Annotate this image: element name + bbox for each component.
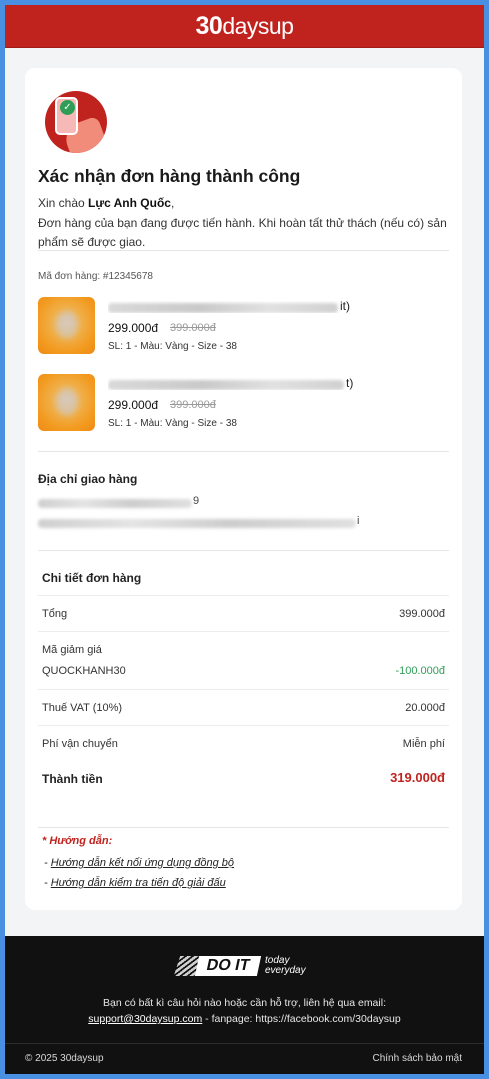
product-name[interactable]: t) (108, 378, 356, 390)
footer-divider (5, 1043, 484, 1044)
shipping-fee-value: Miễn phí (402, 738, 445, 750)
product-name[interactable]: it) (108, 301, 356, 313)
guide-link-sync-text[interactable]: Hướng dẫn kết nối ứng dụng đồng bộ (51, 857, 234, 869)
product-thumbnail[interactable] (38, 374, 95, 431)
customer-name: Lực Anh Quốc (88, 196, 171, 210)
support-email-link[interactable]: support@30daysup.com (88, 1013, 202, 1025)
order-card: ✓ Xác nhận đơn hàng thành công Xin chào … (25, 68, 462, 910)
greeting-suffix: , (170, 196, 175, 210)
divider (38, 827, 449, 828)
contact-line: support@30daysup.com - fanpage: https://… (5, 1013, 484, 1025)
vat-row: Thuế VAT (10%) 20.000đ (38, 689, 449, 725)
shipping-address-redacted (38, 519, 356, 528)
discount-value: -100.000đ (395, 665, 445, 677)
check-icon: ✓ (60, 100, 75, 115)
fanpage-text: - fanpage: https://facebook.com/30daysup (202, 1013, 401, 1025)
product-item: it) 299.000đ 399.000đ SL: 1 - Màu: Vàng … (38, 297, 452, 359)
footer: DO IT today everyday Bạn có bất kì câu h… (5, 936, 484, 1074)
order-code: Mã đơn hàng: #12345678 (38, 271, 153, 282)
brand-logo-text: daysup (222, 12, 294, 39)
discount-row: Mã giảm giá QUOCKHANH30 -100.000đ (38, 631, 449, 689)
product-old-price: 399.000đ (170, 322, 216, 334)
total-label: Thành tiền (42, 772, 103, 786)
copyright: © 2025 30daysup (25, 1053, 104, 1064)
product-name-redacted (108, 380, 344, 390)
subtotal-label: Tổng (42, 608, 68, 620)
logo-tag-everyday: everyday (265, 965, 306, 976)
vat-value: 20.000đ (405, 702, 445, 714)
order-details: Chi tiết đơn hàng Tổng 399.000đ Mã giảm … (38, 558, 449, 790)
subtotal-value: 399.000đ (399, 608, 445, 620)
product-name-tail: it) (340, 301, 350, 313)
product-price: 299.000đ (108, 398, 159, 412)
product-meta: SL: 1 - Màu: Vàng - Size - 38 (108, 418, 237, 429)
product-thumbnail[interactable] (38, 297, 95, 354)
total-value: 319.000đ (390, 770, 445, 785)
order-message: Đơn hàng của bạn đang được tiến hành. Kh… (38, 216, 447, 249)
guide-link-sync[interactable]: - Hướng dẫn kết nối ứng dụng đồng bộ (44, 857, 234, 869)
product-meta: SL: 1 - Màu: Vàng - Size - 38 (108, 341, 237, 352)
discount-code: QUOCKHANH30 (42, 665, 126, 677)
shipping-address-tail: i (357, 515, 360, 527)
header-bar: 30daysup (5, 5, 484, 48)
product-name-redacted (108, 303, 338, 313)
product-price: 299.000đ (108, 321, 159, 335)
brand-logo[interactable]: 30daysup (196, 12, 294, 41)
subtotal-row: Tổng 399.000đ (38, 595, 449, 631)
privacy-policy-link[interactable]: Chính sách bảo mật (373, 1053, 463, 1064)
product-old-price: 399.000đ (170, 399, 216, 411)
greeting: Xin chào Lực Anh Quốc, (38, 196, 174, 210)
greeting-prefix: Xin chào (38, 196, 89, 210)
shipping-phone-tail: 9 (193, 495, 200, 507)
divider (38, 451, 449, 452)
shipping-title: Địa chỉ giao hàng (38, 472, 138, 486)
page-title: Xác nhận đơn hàng thành công (38, 166, 301, 186)
shipping-fee-row: Phí vận chuyển Miễn phí (38, 725, 449, 761)
email-frame: 30daysup ✓ Xác nhận đơn hàng thành công … (5, 5, 484, 1074)
product-item: t) 299.000đ 399.000đ SL: 1 - Màu: Vàng -… (38, 374, 452, 436)
doit-logo: DO IT today everyday (173, 956, 313, 978)
brand-logo-number: 30 (195, 11, 223, 40)
divider (38, 250, 449, 251)
total-row: Thành tiền 319.000đ (38, 761, 449, 791)
details-title: Chi tiết đơn hàng (42, 571, 142, 585)
discount-label: Mã giảm giá (42, 644, 102, 656)
guide-link-progress[interactable]: - Hướng dẫn kiểm tra tiến độ giải đấu (44, 877, 226, 889)
guide-title: * Hướng dẫn: (42, 835, 113, 847)
shipping-name-redacted (38, 499, 192, 508)
support-text: Bạn có bất kì câu hỏi nào hoặc cần hỗ tr… (103, 997, 386, 1009)
product-name-tail: t) (346, 378, 354, 390)
order-success-icon: ✓ (45, 91, 107, 153)
guide-link-progress-text[interactable]: Hướng dẫn kiểm tra tiến độ giải đấu (51, 877, 226, 889)
vat-label: Thuế VAT (10%) (42, 702, 123, 714)
divider (38, 550, 449, 551)
shipping-fee-label: Phí vận chuyển (42, 738, 118, 750)
logo-doit-text: DO IT (194, 956, 262, 976)
